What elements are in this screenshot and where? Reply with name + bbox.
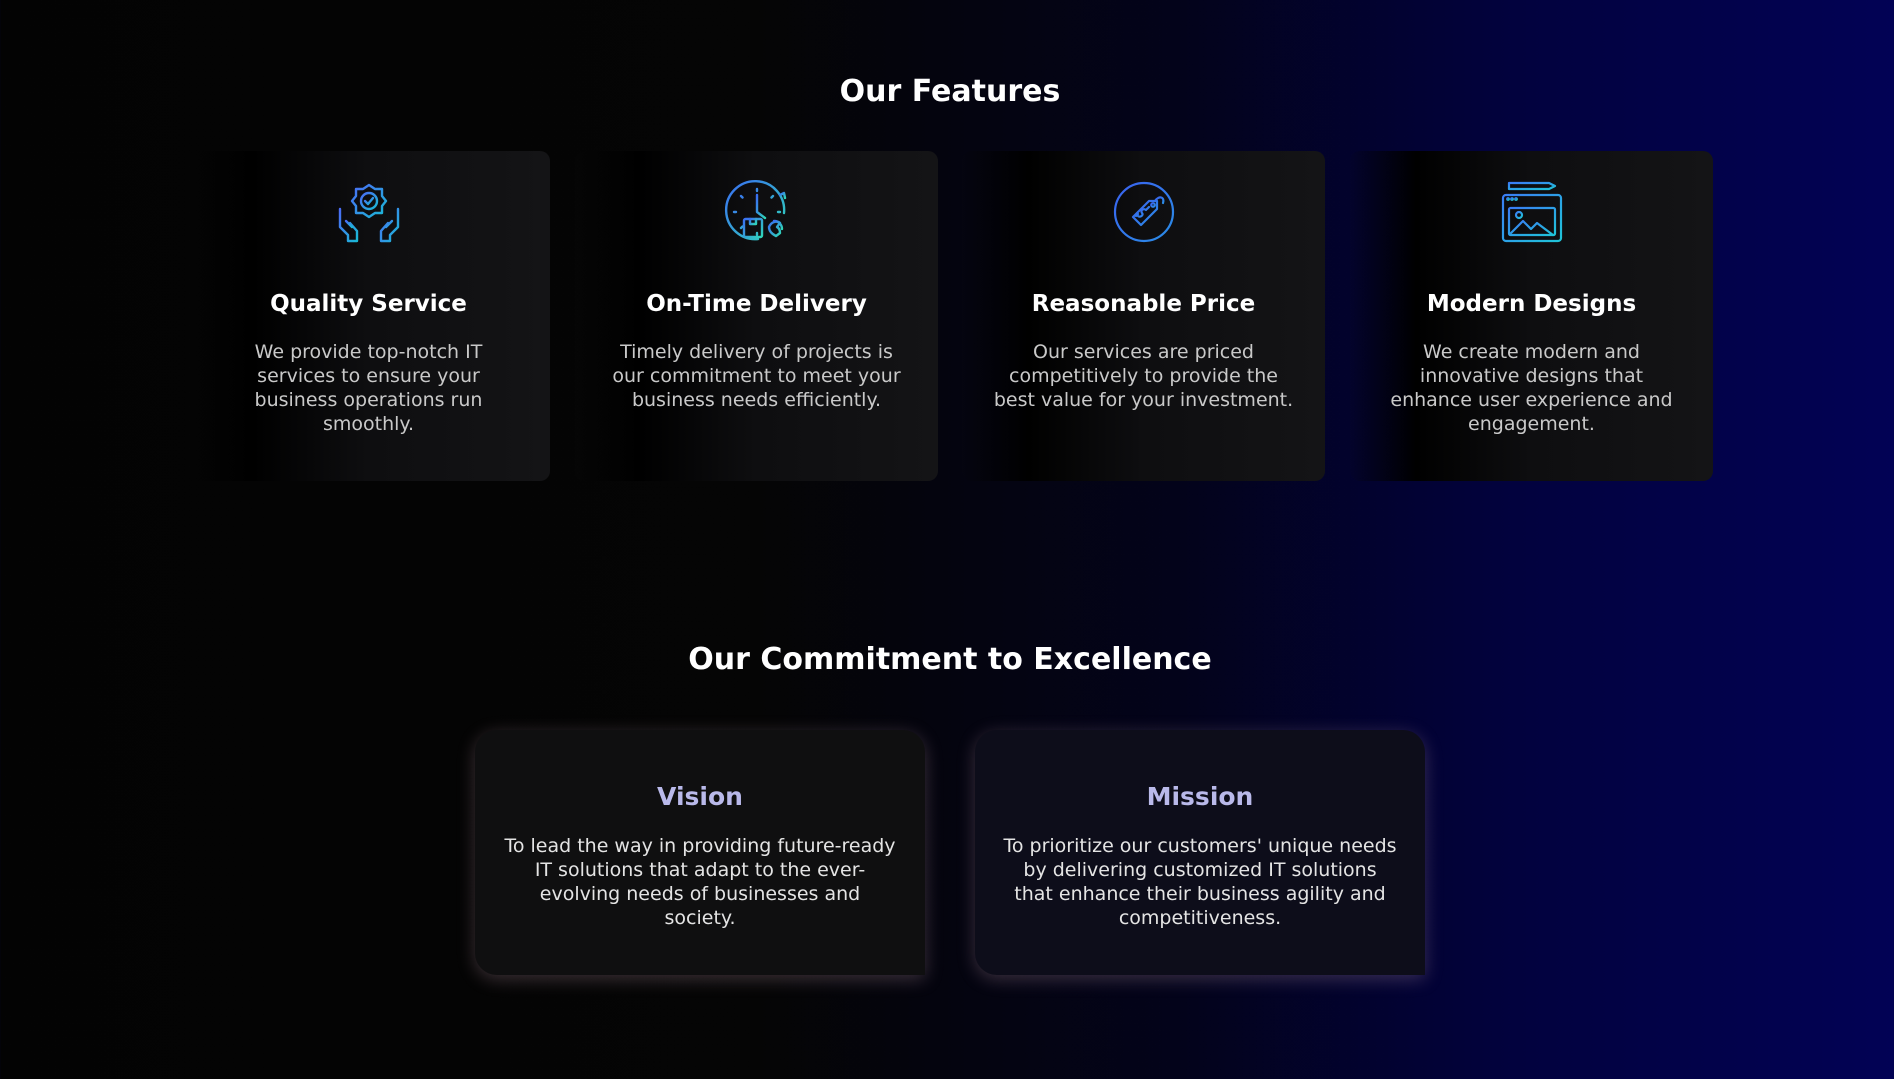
vision-title: Vision — [657, 782, 743, 811]
price-tag-icon — [1113, 181, 1174, 243]
feature-card-quality-service: Quality Service We provide top-notch IT … — [187, 151, 550, 481]
feature-description: We provide top-notch IT services to ensu… — [254, 341, 483, 435]
feature-title: Quality Service — [270, 291, 467, 317]
design-window-icon — [1501, 181, 1562, 243]
mission-card: Mission To prioritize our customers' uni… — [975, 730, 1425, 975]
feature-card-reasonable-price: Reasonable Price Our services are priced… — [962, 151, 1325, 481]
feature-description: Our services are priced competitively to… — [993, 341, 1294, 411]
commitment-section-title: Our Commitment to Excellence — [688, 642, 1212, 677]
feature-title: Reasonable Price — [1031, 291, 1256, 317]
hands-shield-check-icon — [338, 183, 399, 243]
mission-title: Mission — [1146, 782, 1254, 811]
feature-description: We create modern and innovative designs … — [1390, 341, 1673, 435]
feature-card-on-time-delivery: On-Time Delivery Timely delivery of proj… — [575, 151, 938, 481]
feature-card-modern-designs: Modern Designs We create modern and inno… — [1350, 151, 1713, 481]
vision-card: Vision To lead the way in providing futu… — [475, 730, 925, 975]
feature-description: Timely delivery of projects is our commi… — [612, 341, 901, 411]
feature-title: Modern Designs — [1426, 291, 1637, 317]
feature-title: On-Time Delivery — [646, 291, 867, 317]
vision-description: To lead the way in providing future-read… — [504, 835, 896, 929]
features-section-title: Our Features — [839, 74, 1061, 109]
clock-delivery-icon — [724, 179, 786, 241]
mission-description: To prioritize our customers' unique need… — [1003, 835, 1397, 929]
